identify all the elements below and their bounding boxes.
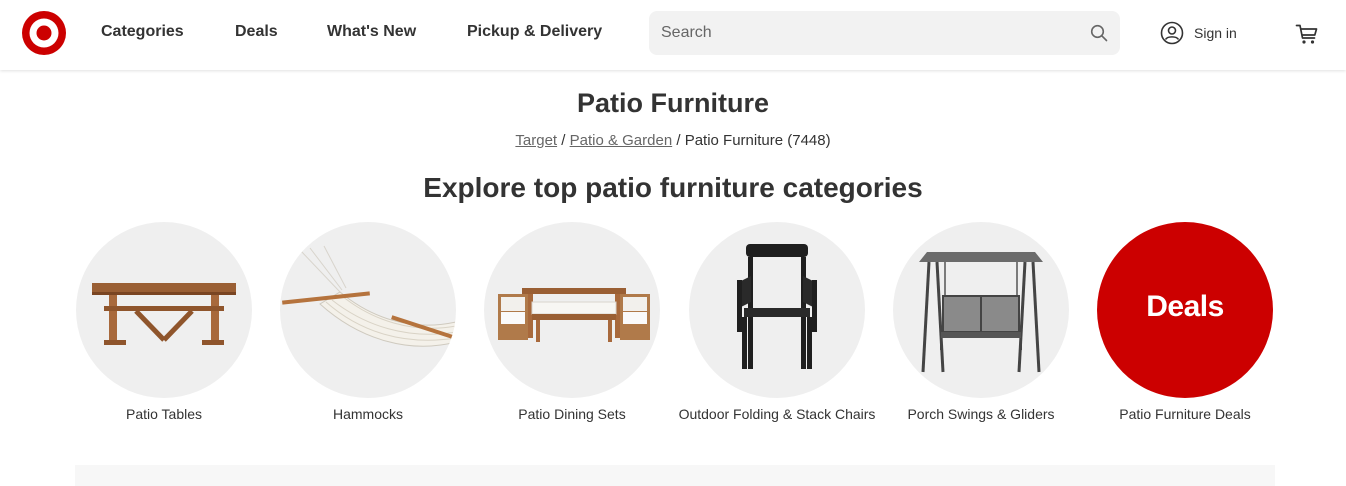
cart-icon[interactable] [1295,22,1319,46]
stack-chair-image [689,222,865,398]
search-input[interactable] [661,11,1081,55]
category-label: Patio Dining Sets [518,406,626,422]
breadcrumb-link-patio-garden[interactable]: Patio & Garden [570,132,673,149]
nav-whats-new[interactable]: What's New [327,23,416,41]
nav-pickup-delivery[interactable]: Pickup & Delivery [467,23,602,41]
category-porch-swings-gliders[interactable]: Porch Swings & Gliders [893,222,1069,424]
sign-in-button[interactable]: Sign in [1160,21,1237,45]
breadcrumb-separator: / [561,132,566,149]
category-outdoor-folding-stack-chairs[interactable]: Outdoor Folding & Stack Chairs [679,222,875,424]
result-count: (7448) [787,132,831,149]
patio-dining-set-image [484,222,660,398]
porch-swing-image [893,222,1069,398]
deals-badge-image: Deals [1097,222,1273,398]
category-patio-furniture-deals[interactable]: Deals Patio Furniture Deals [1097,222,1273,424]
deals-badge-text: Deals [1146,290,1224,323]
category-label: Porch Swings & Gliders [907,406,1055,422]
page-title: Patio Furniture [576,88,769,118]
breadcrumb: Target / Patio & Garden / Patio Furnitur… [0,132,1346,149]
hammock-image [280,222,456,398]
category-label: Outdoor Folding & Stack Chairs [678,406,876,422]
breadcrumb-separator: / [676,132,681,149]
category-label: Patio Furniture Deals [1119,406,1251,422]
breadcrumb-link-target[interactable]: Target [515,132,557,149]
search-bar [649,11,1120,55]
sign-in-label: Sign in [1194,25,1237,41]
search-icon[interactable] [1090,24,1108,42]
section-title: Explore top patio furniture categories [423,172,923,203]
category-patio-dining-sets[interactable]: Patio Dining Sets [484,222,660,424]
content-band [75,465,1275,486]
category-label: Patio Tables [125,406,202,422]
breadcrumb-current: Patio Furniture [684,132,784,149]
account-icon [1160,21,1184,45]
nav-categories[interactable]: Categories [101,23,184,41]
category-hammocks[interactable]: Hammocks [280,222,456,424]
patio-table-image [76,222,252,398]
target-logo-icon[interactable] [22,11,66,55]
category-patio-tables[interactable]: Patio Tables [76,222,252,424]
nav-deals[interactable]: Deals [235,23,278,41]
category-label: Hammocks [332,406,403,422]
site-header: Categories Deals What's New Pickup & Del… [0,0,1346,70]
